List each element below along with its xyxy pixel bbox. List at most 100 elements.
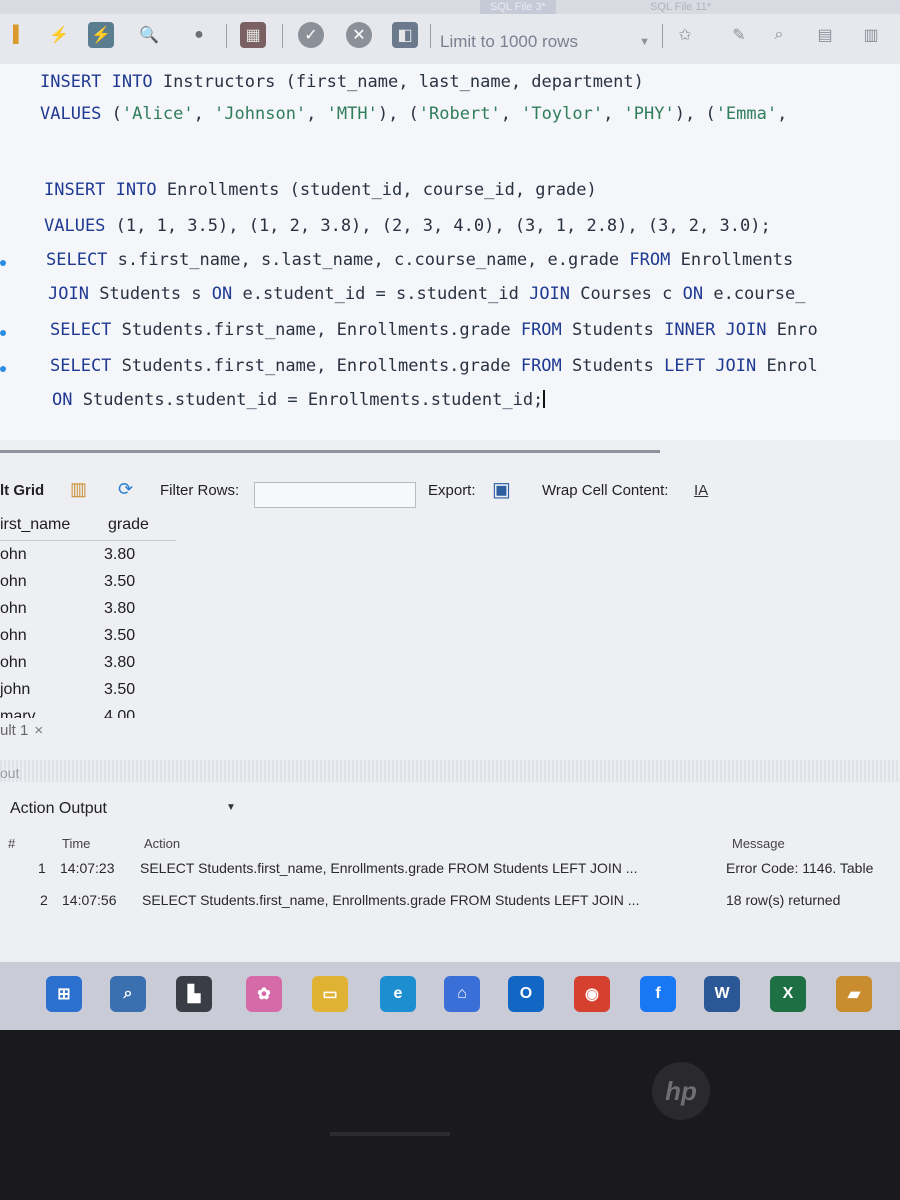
toolbar-separator <box>226 24 227 48</box>
column-header-action: Action <box>144 836 181 851</box>
lightning-cursor-icon[interactable]: ⚡ <box>88 22 114 48</box>
editor-toolbar: ▐ ⚡ ⚡ 🔍 ● ▦ ✓ ✕ ◧ Limit to 1000 rows ▼ ✩… <box>0 14 900 65</box>
partial-left-icon[interactable]: ▐ <box>0 22 26 48</box>
file-explorer-icon[interactable]: ▭ <box>312 976 348 1012</box>
output-section-header: out <box>0 760 900 782</box>
tab-sql-file-11[interactable]: SQL File 11* <box>640 0 721 14</box>
row-number: 2 <box>40 892 48 908</box>
folder-icon[interactable]: ▰ <box>836 976 872 1012</box>
rollback-icon[interactable]: ✕ <box>346 22 372 48</box>
table-row[interactable]: marv 4.00 <box>0 704 176 718</box>
cell-first-name: ohn <box>0 546 27 563</box>
refresh-icon[interactable]: ⟳ <box>118 479 133 500</box>
column-header-first-name[interactable]: irst_name <box>0 516 70 534</box>
word-icon[interactable]: W <box>704 976 740 1012</box>
row-action: SELECT Students.first_name, Enrollments.… <box>140 860 638 876</box>
cell-grade: 3.50 <box>104 627 136 644</box>
toggle-icon[interactable]: ▦ <box>240 22 266 48</box>
output-panel: Action Output ▼ # Time Action Message 1 … <box>0 788 900 938</box>
star-icon[interactable]: ✩ <box>672 22 698 48</box>
filter-rows-label: Filter Rows: <box>160 482 240 499</box>
chevron-down-icon[interactable]: ▼ <box>226 802 236 813</box>
cell-first-name: ohn <box>0 627 27 644</box>
chevron-down-icon: ▼ <box>639 36 650 48</box>
table-row[interactable]: ohn 3.50 <box>0 623 176 650</box>
limit-rows-select[interactable]: Limit to 1000 rows ▼ <box>440 28 650 56</box>
output-section-label: out <box>0 765 20 781</box>
close-icon[interactable]: × <box>34 722 43 739</box>
row-message: 18 row(s) returned <box>726 892 841 908</box>
statement-marker-icon <box>0 260 6 266</box>
code-line: INSERT INTO Instructors (first_name, las… <box>40 72 644 92</box>
row-number: 1 <box>38 860 46 876</box>
code-line: VALUES ('Alice', 'Johnson', 'MTH'), ('Ro… <box>40 104 788 124</box>
cell-first-name: ohn <box>0 654 27 671</box>
wrap-cell-label: Wrap Cell Content: <box>542 482 669 499</box>
wrap-cell-icon[interactable]: IA <box>694 482 708 499</box>
cell-first-name: john <box>0 681 31 698</box>
output-type-select[interactable]: Action Output <box>10 800 107 818</box>
row-time: 14:07:23 <box>60 860 115 876</box>
table-row[interactable]: ohn 3.80 <box>0 542 176 569</box>
tab-sql-file-3[interactable]: SQL File 3* <box>480 0 556 14</box>
store-icon[interactable]: ⌂ <box>444 976 480 1012</box>
result-tab-label: ult 1 <box>0 722 29 739</box>
search-icon[interactable]: ⌕ <box>110 976 146 1012</box>
brush-icon[interactable]: ✎ <box>726 22 752 48</box>
column-header-message: Message <box>732 836 785 851</box>
indent-icon[interactable]: ▤ <box>812 22 838 48</box>
table-row[interactable]: ohn 3.80 <box>0 650 176 677</box>
code-line: ON Students.student_id = Enrollments.stu… <box>52 390 546 410</box>
code-line: SELECT s.first_name, s.last_name, c.cour… <box>46 250 794 270</box>
row-message: Error Code: 1146. Table <box>726 860 874 876</box>
export-icon[interactable]: ▣ <box>492 477 511 502</box>
code-line: VALUES (1, 1, 3.5), (1, 2, 3.8), (2, 3, … <box>44 216 771 236</box>
excel-icon[interactable]: X <box>770 976 806 1012</box>
table-row[interactable]: john 3.50 <box>0 677 176 704</box>
column-header-time: Time <box>62 836 91 851</box>
cell-first-name: marv <box>0 708 36 718</box>
toolbar-separator <box>430 24 431 48</box>
result-grid-tab[interactable]: lt Grid <box>0 482 44 499</box>
limit-rows-label: Limit to 1000 rows <box>440 32 578 51</box>
taskbar: ⊞ ⌕ ▙ ✿ ▭ e ⌂ O ◉ f W X ▰ <box>0 962 900 1030</box>
sql-editor[interactable]: INSERT INTO Instructors (first_name, las… <box>0 64 900 440</box>
editor-splitter[interactable] <box>0 450 660 453</box>
commit-icon[interactable]: ✓ <box>298 22 324 48</box>
chrome-icon[interactable]: ◉ <box>574 976 610 1012</box>
cell-grade: 3.80 <box>104 654 136 671</box>
table-row[interactable]: ohn 3.80 <box>0 596 176 623</box>
filter-rows-input[interactable] <box>254 482 416 508</box>
find-icon[interactable]: ⌕ <box>766 22 792 48</box>
bezel-vent <box>330 1132 450 1136</box>
wrap-icon[interactable]: ▥ <box>858 22 884 48</box>
code-line: JOIN Students s ON e.student_id = s.stud… <box>48 284 806 304</box>
outlook-icon[interactable]: O <box>508 976 544 1012</box>
cell-grade: 3.80 <box>104 546 136 563</box>
code-line: INSERT INTO Enrollments (student_id, cou… <box>44 180 597 200</box>
column-header-num: # <box>8 836 16 851</box>
screen: SQL File 3* SQL File 11* ▐ ⚡ ⚡ 🔍 ● ▦ ✓ ✕… <box>0 0 900 1030</box>
copilot-icon[interactable]: ✿ <box>246 976 282 1012</box>
cell-first-name: ohn <box>0 600 27 617</box>
start-icon[interactable]: ⊞ <box>46 976 82 1012</box>
search-icon[interactable]: 🔍 <box>136 22 162 48</box>
lightning-icon[interactable]: ⚡ <box>46 22 72 48</box>
task-view-icon[interactable]: ▙ <box>176 976 212 1012</box>
column-header-grade[interactable]: grade <box>108 516 149 534</box>
result-tab[interactable]: ult 1 × <box>0 722 43 739</box>
grid-view-icon[interactable]: ▥ <box>70 479 87 500</box>
code-line: SELECT Students.first_name, Enrollments.… <box>50 356 818 376</box>
statement-marker-icon <box>0 330 6 336</box>
table-row[interactable]: ohn 3.50 <box>0 569 176 596</box>
cell-grade: 3.80 <box>104 600 136 617</box>
autocommit-icon[interactable]: ◧ <box>392 22 418 48</box>
toolbar-separator <box>282 24 283 48</box>
stop-icon[interactable]: ● <box>186 22 212 48</box>
facebook-icon[interactable]: f <box>640 976 676 1012</box>
statement-marker-icon <box>0 366 6 372</box>
result-grid: irst_name grade ohn 3.80 ohn 3.50 ohn 3.80 … <box>0 512 176 718</box>
edge-icon[interactable]: e <box>380 976 416 1012</box>
cell-grade: 3.50 <box>104 573 136 590</box>
row-time: 14:07:56 <box>62 892 117 908</box>
